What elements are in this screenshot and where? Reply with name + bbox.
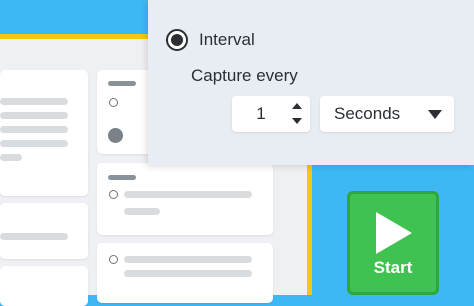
text-placeholder [124, 270, 252, 277]
start-button-label: Start [373, 258, 413, 277]
card-title-placeholder [108, 81, 136, 86]
start-button[interactable]: Start [347, 191, 439, 295]
interval-value[interactable]: 1 [232, 104, 290, 124]
chevron-down-icon [428, 110, 442, 119]
text-placeholder [0, 112, 68, 119]
decrement-arrow-icon[interactable] [292, 118, 302, 124]
text-placeholder [0, 140, 68, 147]
increment-arrow-icon[interactable] [292, 103, 302, 109]
text-placeholder [124, 256, 252, 263]
interval-radio[interactable] [166, 29, 188, 51]
assignee-avatar [108, 128, 123, 143]
interval-label[interactable]: Interval [199, 30, 255, 50]
capture-every-label: Capture every [191, 66, 298, 85]
text-placeholder [124, 208, 160, 215]
task-checkbox[interactable] [109, 98, 118, 107]
task-card [97, 70, 155, 154]
text-placeholder [0, 126, 68, 133]
capture-settings-popover: Interval Capture every 1 Seconds [148, 0, 474, 165]
unit-selected-value: Seconds [334, 104, 401, 123]
app-header-strip [0, 0, 148, 34]
text-placeholder [0, 154, 22, 161]
task-checkbox[interactable] [109, 190, 118, 199]
task-card [0, 266, 88, 306]
task-card [97, 243, 273, 303]
play-icon [376, 212, 412, 254]
interval-stepper[interactable]: 1 [232, 96, 310, 132]
text-placeholder [0, 233, 68, 240]
text-placeholder [0, 98, 68, 105]
text-placeholder [124, 191, 252, 198]
unit-dropdown[interactable]: Seconds [320, 96, 454, 132]
task-card [97, 163, 273, 235]
task-checkbox[interactable] [109, 255, 118, 264]
card-title-placeholder [108, 175, 136, 180]
task-card [0, 203, 88, 259]
task-card [0, 70, 88, 196]
